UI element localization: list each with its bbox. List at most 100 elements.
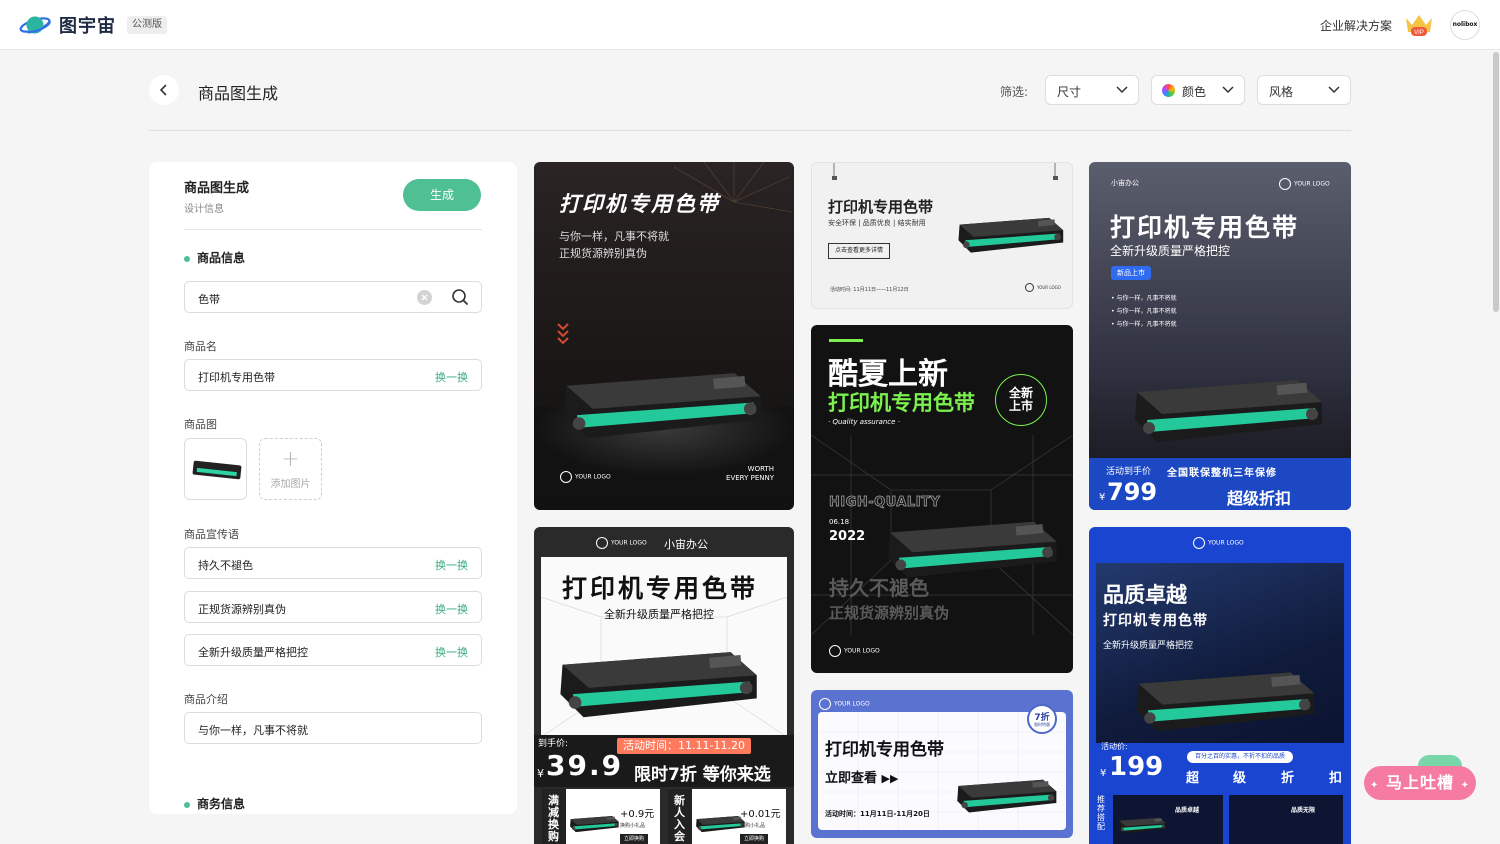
panel-title: 商品图生成 bbox=[184, 181, 250, 196]
activity-date: 活动时间：11月11日-11月20日 bbox=[825, 810, 930, 818]
intro-field[interactable]: 与你一样，凡事不将就 bbox=[184, 712, 482, 744]
cartridge-image bbox=[568, 811, 620, 835]
back-button[interactable] bbox=[149, 75, 179, 105]
business-info-heading: 商务信息 bbox=[184, 795, 245, 812]
cartridge-image bbox=[556, 354, 766, 449]
promo-char: 扣 bbox=[1329, 771, 1343, 786]
user-avatar[interactable]: nolibox bbox=[1450, 10, 1480, 40]
currency: ¥ bbox=[537, 767, 544, 780]
product-name-value: 打印机专用色带 bbox=[198, 371, 275, 384]
combo-label: 品质卓越 bbox=[1175, 807, 1200, 814]
template-card-royal-blue[interactable]: YOUR LOGO 品质卓越 打印机专用色带 全新升级质量严格把控 活动价: ¥… bbox=[1089, 527, 1351, 844]
card-title: 打印机专用色带 bbox=[825, 740, 944, 760]
feedback-label: 马上吐槽 bbox=[1385, 773, 1454, 792]
enterprise-solutions-link[interactable]: 企业解决方案 bbox=[1320, 17, 1392, 34]
card-subtitle: 全新升级质量严格把控 bbox=[604, 608, 714, 621]
product-search-input[interactable]: 色带 bbox=[184, 281, 482, 313]
template-card-dark[interactable]: 打印机专用色带 与你一样，凡事不将就 正规货源辨别真伪 YOUR LOGO WO… bbox=[534, 162, 794, 510]
slogan-label: 商品宣传语 bbox=[184, 528, 239, 541]
template-card-gray-tall[interactable]: 小宙办公 YOUR LOGO 打印机专用色带 全新升级质量严格把控 新品上市 •… bbox=[1089, 162, 1351, 510]
your-logo: YOUR LOGO bbox=[819, 698, 870, 710]
slogan-field-2[interactable]: 正规货源辨别真伪 换一换 bbox=[184, 591, 482, 623]
card-title: 打印机专用色带 bbox=[1110, 213, 1300, 242]
bullet-dot bbox=[184, 801, 190, 808]
activity-date: 活动时间: 11月11日——11月12日 bbox=[830, 287, 909, 293]
template-card-blue-banner[interactable]: YOUR LOGO 7折 限时特惠 打印机专用色带 立即查看 ▶▶ 活动时间：1… bbox=[811, 690, 1073, 838]
activity-badge: 活动时间：11.11-11.20 bbox=[617, 738, 751, 754]
swap-slogan-button[interactable]: 换一换 bbox=[435, 557, 468, 573]
search-icon[interactable] bbox=[451, 288, 469, 306]
promo-char: 级 bbox=[1233, 771, 1247, 786]
card-line: 正规货源辨别真伪 bbox=[559, 247, 647, 260]
template-card-promo[interactable]: YOUR LOGO 小宙办公 打印机专用色带 全新升级质量严格把控 到手价: 活… bbox=[534, 527, 794, 844]
filter-label: 筛选: bbox=[1000, 85, 1029, 99]
product-name-label: 商品名 bbox=[184, 340, 217, 353]
promo-char: 折 bbox=[1281, 771, 1295, 786]
color-wheel-icon bbox=[1162, 84, 1175, 97]
product-info-heading: 商品信息 bbox=[184, 249, 245, 266]
logo-circle-icon bbox=[560, 471, 572, 483]
cartridge-image bbox=[1117, 813, 1167, 836]
sparkle-icon: ✦ bbox=[1370, 780, 1380, 791]
feedback-button[interactable]: ✦ 马上吐槽 ✦ bbox=[1364, 766, 1476, 800]
accent-bar bbox=[829, 339, 863, 342]
cartridge-image bbox=[1129, 655, 1319, 741]
product-image-label: 商品图 bbox=[184, 418, 217, 431]
price-label: 活动价: bbox=[1101, 742, 1128, 751]
discount-seal: 7折 限时特惠 bbox=[1027, 704, 1057, 734]
gift-box-2: 新人入会 +0.01元 换购小礼品 立即换购 bbox=[668, 789, 786, 844]
bullet-line: • 与你一样，凡事不将就 bbox=[1111, 295, 1177, 302]
plus-icon: + bbox=[281, 447, 300, 472]
slogan-field-3[interactable]: 全新升级质量严格把控 换一换 bbox=[184, 634, 482, 666]
seal-text: 全新上市 bbox=[1008, 386, 1033, 413]
logo-text[interactable]: 图宇宙 bbox=[59, 12, 116, 38]
your-logo: YOUR LOGO bbox=[596, 537, 647, 549]
intro-value: 与你一样，凡事不将就 bbox=[198, 724, 308, 737]
planet-logo-icon[interactable] bbox=[19, 12, 51, 38]
gift-label: 换购小礼品 bbox=[740, 823, 766, 829]
slogan-line: 持久不褪色 bbox=[829, 576, 929, 600]
price-label: 到手价: bbox=[538, 739, 569, 749]
size-filter-select[interactable]: 尺寸 bbox=[1045, 75, 1139, 105]
clear-icon[interactable] bbox=[417, 290, 432, 305]
currency: ¥ bbox=[1100, 768, 1107, 779]
slogan-value: 持久不褪色 bbox=[198, 559, 253, 572]
size-filter-label: 尺寸 bbox=[1057, 85, 1082, 99]
header-divider bbox=[149, 130, 1351, 131]
chevron-stack-icon bbox=[557, 323, 569, 345]
cartridge-image bbox=[192, 460, 242, 480]
slogan-field-1[interactable]: 持久不褪色 换一换 bbox=[184, 547, 482, 579]
promo-char: 超 bbox=[1186, 771, 1200, 786]
gift-side-label: 新人入会 bbox=[668, 789, 692, 844]
template-card-neon[interactable]: 酷夏上新 打印机专用色带 · Quality assurance · 全新上市 … bbox=[811, 325, 1073, 673]
generate-button[interactable]: 生成 bbox=[403, 179, 481, 211]
combo-box-2: 品质无限 bbox=[1229, 795, 1343, 844]
slogan-line: 正规货源辨别真伪 bbox=[829, 604, 950, 622]
slogan-value: 全新升级质量严格把控 bbox=[198, 646, 308, 659]
color-filter-select[interactable]: 颜色 bbox=[1151, 75, 1245, 105]
currency: ¥ bbox=[1099, 492, 1106, 503]
cartridge-image bbox=[1127, 362, 1327, 452]
page-scrollbar[interactable] bbox=[1493, 52, 1499, 312]
chevron-down-icon bbox=[1328, 86, 1340, 94]
template-card-light-banner[interactable]: 打印机专用色带 安全环保 | 品质优良 | 结实耐用 点击查看更多详情 活动时间… bbox=[811, 162, 1073, 309]
logo-circle-icon bbox=[819, 698, 831, 710]
add-image-label: 添加图片 bbox=[270, 479, 311, 490]
sparkle-icon: ✦ bbox=[1460, 780, 1470, 791]
swap-slogan-button[interactable]: 换一换 bbox=[435, 644, 468, 660]
beta-badge: 公测版 bbox=[127, 16, 167, 34]
swap-slogan-button[interactable]: 换一换 bbox=[435, 601, 468, 617]
details-button: 点击查看更多详情 bbox=[828, 243, 891, 259]
add-image-button[interactable]: + 添加图片 bbox=[259, 438, 322, 500]
swap-name-button[interactable]: 换一换 bbox=[435, 369, 468, 385]
price-value: 799 bbox=[1107, 478, 1158, 506]
card-title: 打印机专用色带 bbox=[559, 192, 720, 216]
vip-crown-icon[interactable]: VIP bbox=[1403, 12, 1435, 38]
panel-divider bbox=[184, 229, 482, 230]
card-title: 打印机专用色带 bbox=[828, 198, 934, 216]
product-image-thumbnail[interactable] bbox=[184, 438, 247, 500]
product-name-field[interactable]: 打印机专用色带 换一换 bbox=[184, 359, 482, 391]
card-subtitle: 全新升级质量严格把控 bbox=[1110, 244, 1231, 258]
your-logo: YOUR LOGO bbox=[560, 471, 611, 483]
style-filter-select[interactable]: 风格 bbox=[1257, 75, 1351, 105]
